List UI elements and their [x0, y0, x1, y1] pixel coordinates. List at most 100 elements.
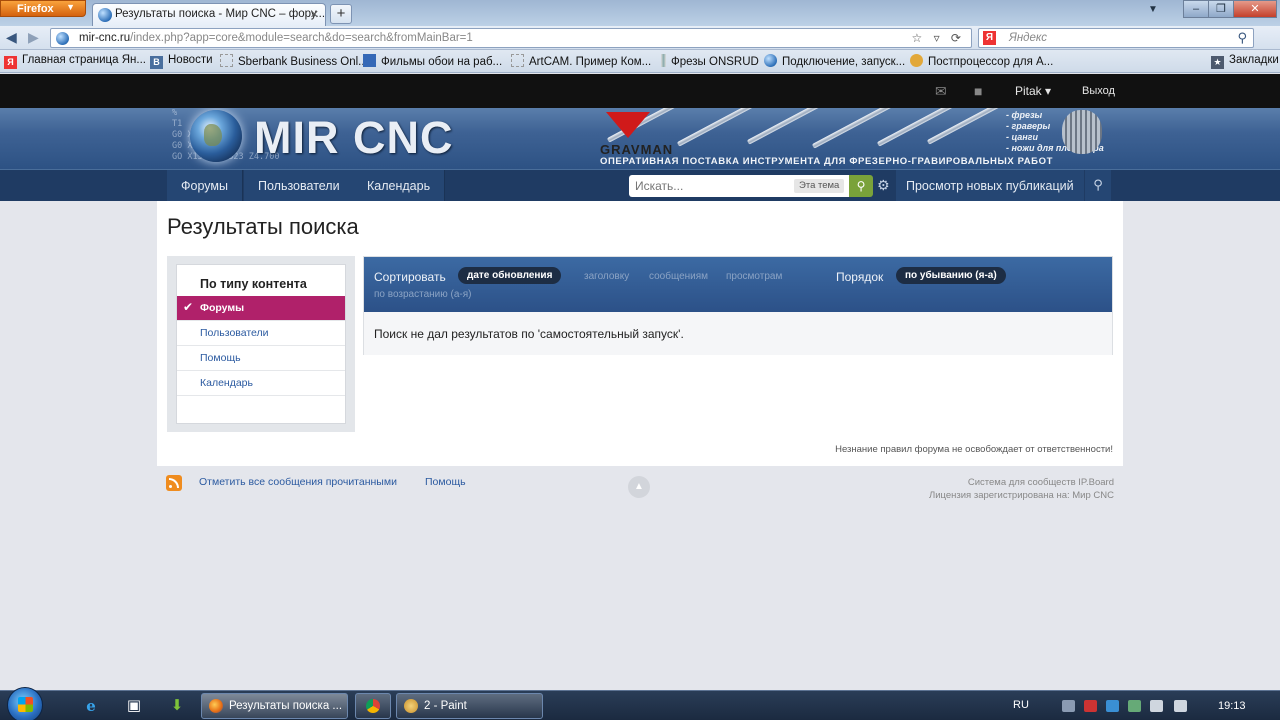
- windows-taskbar: e ▣ ⬇ Результаты поиска ... 2 - Paint RU…: [0, 687, 1280, 720]
- no-results-message: Поиск не дал результатов по 'самостоятел…: [364, 312, 1112, 355]
- star-icon: ★: [1211, 56, 1224, 69]
- bookmark-connection[interactable]: Подключение, запуск...: [764, 54, 905, 68]
- tray-sync-icon[interactable]: [1106, 700, 1119, 712]
- collet-image: [1062, 110, 1102, 154]
- footer-help-link[interactable]: Помощь: [425, 476, 466, 488]
- back-arrow-icon[interactable]: ◀: [6, 29, 17, 46]
- window-close-button[interactable]: ✕: [1233, 0, 1277, 18]
- view-new-content-link[interactable]: Просмотр новых публикаций: [896, 170, 1084, 201]
- order-ascending[interactable]: по возрастанию (а-я): [374, 289, 472, 300]
- internet-explorer-icon[interactable]: e: [77, 694, 105, 718]
- bookmarks-menu[interactable]: ★ Закладки: [1211, 54, 1279, 69]
- url-text: mir-cnc.ru/index.php?app=core&module=sea…: [79, 32, 473, 44]
- filter-users[interactable]: Пользователи: [177, 321, 345, 346]
- url-bar-actions[interactable]: ☆ ▿ ⟳: [911, 31, 965, 45]
- browser-tab-active[interactable]: Результаты поиска - Мир CNC – фору... ✕: [92, 3, 326, 26]
- tab-list-icon[interactable]: ▼: [1148, 4, 1158, 15]
- globe-icon: [98, 8, 112, 22]
- browser-search-bar[interactable]: Я Яндекс ⚲: [978, 28, 1254, 48]
- cutter-icon: [661, 54, 666, 67]
- taskbar-chrome[interactable]: [355, 693, 391, 719]
- gravman-logo[interactable]: GRAVMAN: [600, 142, 673, 157]
- main-navigation: Форумы Пользователи Календарь Эта тема ⚲…: [0, 169, 1280, 201]
- firefox-menu-button[interactable]: Firefox ▼: [0, 0, 86, 17]
- bookmark-news[interactable]: B Новости: [150, 54, 213, 69]
- nav-calendar[interactable]: Календарь: [353, 170, 446, 201]
- sort-by-views[interactable]: просмотрам: [726, 271, 782, 282]
- filter-calendar[interactable]: Календарь: [177, 371, 345, 396]
- window-minimize-button[interactable]: –: [1183, 0, 1209, 18]
- filter-title: По типу контента: [200, 277, 307, 291]
- user-menu[interactable]: Pitak ▾: [1015, 84, 1051, 98]
- filter-forums[interactable]: ✔ Форумы: [177, 296, 345, 321]
- content-type-filter: По типу контента ✔ Форумы Пользователи П…: [167, 256, 355, 432]
- torrent-icon[interactable]: ⬇: [163, 694, 191, 718]
- sort-by-date[interactable]: дате обновления: [458, 267, 562, 284]
- taskbar-paint[interactable]: 2 - Paint: [396, 693, 543, 719]
- firefox-menu-label: Firefox: [17, 3, 54, 15]
- magnifier-icon: ⚲: [856, 179, 866, 193]
- start-button[interactable]: [7, 687, 43, 720]
- network-icon[interactable]: [1150, 700, 1163, 712]
- url-bar[interactable]: mir-cnc.ru/index.php?app=core&module=sea…: [50, 28, 972, 48]
- app-icon[interactable]: ▣: [120, 694, 148, 718]
- magnifier-icon[interactable]: ⚲: [1237, 30, 1247, 46]
- bookmark-artcam[interactable]: ArtCAM. Пример Ком...: [511, 54, 651, 68]
- site-identity-icon[interactable]: [56, 32, 69, 45]
- site-search-input[interactable]: [629, 175, 789, 197]
- search-scope-toggle[interactable]: Эта тема: [794, 179, 845, 193]
- gear-icon: [910, 54, 923, 67]
- firefox-icon: [209, 699, 223, 713]
- sort-label: Сортировать: [374, 270, 446, 284]
- page-title: Результаты поиска: [167, 214, 359, 239]
- close-tab-icon[interactable]: ✕: [310, 8, 319, 21]
- order-descending[interactable]: по убыванию (я-а): [896, 267, 1006, 284]
- tray-alert-icon[interactable]: [1084, 700, 1097, 712]
- new-tab-button[interactable]: +: [330, 4, 352, 24]
- clock[interactable]: 19:13: [1218, 700, 1246, 712]
- sort-by-posts[interactable]: сообщениям: [649, 271, 708, 282]
- powered-by-link[interactable]: Система для сообществ IP.Board: [929, 476, 1114, 489]
- order-label: Порядок: [836, 270, 884, 284]
- paint-icon: [404, 699, 418, 713]
- back-to-top-icon[interactable]: ▲: [628, 476, 650, 498]
- gear-icon[interactable]: ⚙: [877, 177, 890, 194]
- filter-help[interactable]: Помощь: [177, 346, 345, 371]
- vk-icon: B: [150, 56, 163, 69]
- window-maximize-button[interactable]: ❐: [1208, 0, 1234, 18]
- bookmark-sberbank[interactable]: Sberbank Business Onl...: [220, 54, 368, 68]
- volume-icon[interactable]: [1174, 700, 1187, 712]
- bookmark-yandex[interactable]: Я Главная страница Ян...: [4, 54, 146, 69]
- search-button[interactable]: ⚲: [849, 175, 873, 197]
- checkmark-icon: ✔: [183, 300, 194, 314]
- site-logo[interactable]: MIR CNC: [254, 112, 453, 164]
- browser-titlebar: Firefox ▼ Результаты поиска - Мир CNC – …: [0, 0, 1280, 26]
- notification-icon[interactable]: ■: [974, 83, 990, 99]
- rss-icon[interactable]: [166, 475, 182, 491]
- envelope-icon[interactable]: ✉: [935, 83, 951, 99]
- location-pin-icon[interactable]: ⚲: [1085, 170, 1111, 201]
- globe-icon: [764, 54, 777, 67]
- gravman-arrow-icon: [606, 112, 650, 138]
- logout-link[interactable]: Выход: [1082, 85, 1115, 97]
- chevron-down-icon: ▾: [1045, 84, 1052, 98]
- chevron-down-icon: ▼: [66, 2, 75, 12]
- user-bar: ✉ ■ Pitak ▾ Выход: [0, 74, 1280, 108]
- yandex-icon[interactable]: Я: [983, 31, 996, 45]
- sort-by-title[interactable]: заголовку: [584, 271, 629, 282]
- forward-arrow-icon[interactable]: ▶: [28, 29, 39, 46]
- globe-logo-icon[interactable]: [190, 110, 242, 162]
- tray-app-icon[interactable]: [1062, 700, 1075, 712]
- powered-by: Система для сообществ IP.Board Лицензия …: [929, 476, 1114, 502]
- site-search-box: Эта тема: [629, 175, 849, 197]
- nav-users[interactable]: Пользователи: [244, 170, 355, 201]
- bookmark-films[interactable]: Фильмы обои на раб...: [363, 54, 502, 68]
- tray-app-icon[interactable]: [1128, 700, 1141, 712]
- browser-search-placeholder: Яндекс: [1009, 32, 1047, 44]
- nav-forums[interactable]: Форумы: [167, 170, 243, 201]
- bookmark-onsrud[interactable]: Фрезы ONSRUD: [661, 54, 759, 68]
- language-indicator[interactable]: RU: [1013, 699, 1029, 711]
- bookmark-postprocessor[interactable]: Постпроцессор для А...: [910, 54, 1053, 68]
- mark-all-read-link[interactable]: Отметить все сообщения прочитанными: [199, 476, 397, 488]
- taskbar-firefox[interactable]: Результаты поиска ...: [201, 693, 348, 719]
